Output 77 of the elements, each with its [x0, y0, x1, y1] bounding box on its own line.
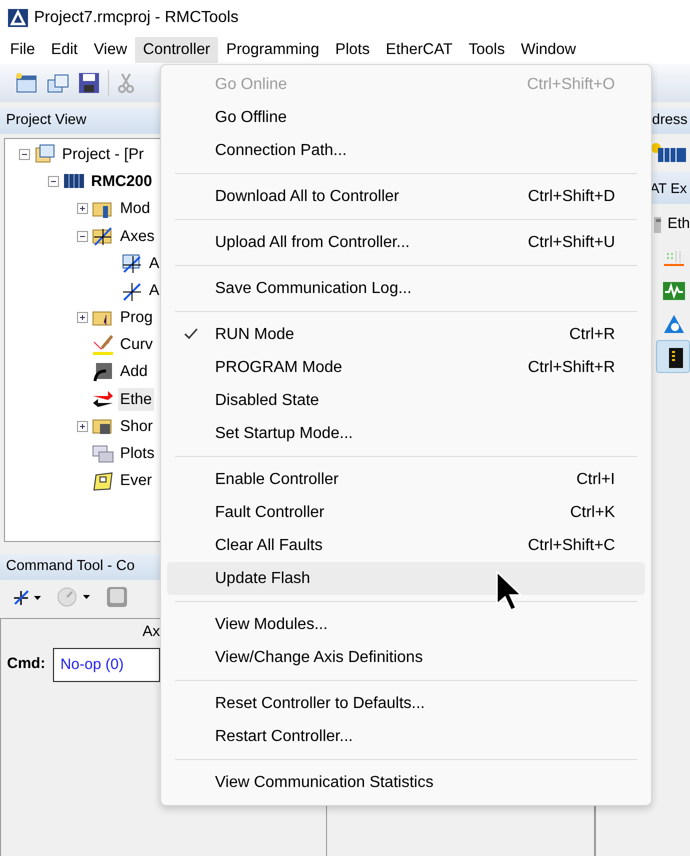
menu-item[interactable]: Controller — [135, 37, 218, 63]
app-logo-icon — [8, 9, 28, 27]
collapse-icon[interactable] — [48, 176, 59, 188]
mouse-cursor-icon — [495, 570, 523, 612]
menu-item[interactable]: View Modules... — [167, 608, 645, 641]
menu-item[interactable]: Reset Controller to Defaults... — [167, 687, 645, 720]
axes-folder-icon — [92, 225, 114, 248]
column-header: Ax — [142, 623, 160, 640]
menu-item[interactable]: Enable Controller Ctrl+I — [167, 463, 645, 496]
menu-item[interactable]: View Communication Statistics — [167, 766, 645, 799]
menu-item[interactable]: EtherCAT — [378, 37, 461, 63]
add-icon — [92, 361, 114, 384]
tree-item[interactable]: RMC200 — [89, 170, 154, 194]
menu-item[interactable]: Download All to Controller Ctrl+Shift+D — [167, 180, 645, 213]
save-icon[interactable] — [78, 72, 100, 94]
expand-icon[interactable] — [77, 420, 88, 432]
window-title: Project7.rmcproj - RMCTools — [34, 8, 238, 28]
panel-title: Project View — [0, 108, 160, 134]
shortcut-text: Ctrl+Shift+O — [526, 74, 616, 94]
shortcut-text: Ctrl+I — [576, 470, 616, 490]
menu-item[interactable]: Update Flash — [167, 562, 645, 595]
tree-item[interactable]: Shor — [118, 414, 155, 438]
panel-title: Command Tool - Co — [0, 554, 160, 580]
menu-item[interactable]: Programming — [218, 37, 328, 63]
axis-dropdown-icon[interactable] — [12, 588, 42, 606]
menu-item[interactable]: Set Startup Mode... — [167, 417, 645, 450]
shortcut-text: Ctrl+Shift+U — [528, 232, 616, 252]
menu-item[interactable]: Save Communication Log... — [167, 272, 645, 305]
open-project-icon[interactable] — [46, 72, 70, 94]
expand-icon[interactable] — [77, 312, 88, 324]
notepad-icon — [92, 470, 114, 492]
new-project-icon[interactable] — [14, 72, 38, 94]
tree-item[interactable]: Plots — [118, 442, 156, 466]
triangle-icon — [662, 312, 686, 334]
axis-icon — [121, 252, 143, 274]
menu-item[interactable]: Fault Controller Ctrl+K — [167, 496, 645, 529]
menu-item[interactable]: Disabled State — [167, 384, 645, 417]
command-field[interactable]: No-op (0) — [53, 648, 160, 682]
collapse-icon[interactable] — [19, 149, 30, 160]
tree-item[interactable]: Axes — [118, 224, 156, 248]
tree-item[interactable]: A — [147, 278, 160, 302]
menu-item[interactable]: Plots — [327, 37, 378, 63]
tree-item[interactable]: Prog — [118, 306, 155, 330]
menu-item[interactable]: Clear All Faults Ctrl+Shift+C — [167, 529, 645, 562]
panel-title: dress — [652, 112, 688, 128]
curve-icon — [92, 334, 114, 356]
expand-icon[interactable] — [77, 203, 88, 214]
tree-item[interactable]: Curv — [118, 333, 155, 357]
menu-item[interactable]: File — [2, 37, 43, 63]
menu-item[interactable]: Connection Path... — [167, 134, 645, 167]
field-label: Cmd: — [7, 654, 46, 674]
list-item[interactable]: Eth — [667, 213, 690, 236]
menu-item[interactable]: View/Change Axis Definitions — [167, 641, 645, 674]
collapse-icon[interactable] — [77, 230, 88, 242]
list-item[interactable] — [656, 340, 690, 373]
shortcut-text: Ctrl+Shift+C — [528, 536, 616, 556]
menu-item[interactable]: Go Offline — [167, 101, 645, 134]
menu-item[interactable]: Restart Controller... — [167, 720, 645, 753]
shortcut-text: Ctrl+Shift+D — [528, 186, 616, 206]
shortcut-text: Ctrl+Shift+R — [528, 358, 616, 378]
menu-item[interactable]: Edit — [42, 37, 86, 63]
menu-item[interactable]: RUN Mode Ctrl+R — [167, 318, 645, 351]
menu-item[interactable]: Tools — [460, 37, 513, 63]
tree-item[interactable]: Mod — [118, 197, 152, 221]
shortcut-text: Ctrl+K — [570, 502, 616, 522]
waveform-icon — [662, 280, 686, 302]
menu-item[interactable]: Upload All from Controller... Ctrl+Shift+U — [167, 226, 645, 259]
tree-item[interactable]: A — [147, 252, 160, 275]
tree-item[interactable]: Project - [Pr — [60, 142, 146, 166]
menu-item[interactable]: PROGRAM Mode Ctrl+Shift+R — [167, 351, 645, 384]
tree-item[interactable]: Ever — [118, 469, 154, 492]
plots-icon — [92, 442, 114, 465]
tree-item[interactable]: Add — [118, 360, 150, 384]
shortcut-text: Ctrl+R — [569, 324, 616, 344]
menu-item[interactable]: View — [86, 37, 136, 63]
menu-item[interactable]: Window — [512, 37, 584, 63]
tree-item[interactable]: Ethe — [118, 388, 154, 411]
